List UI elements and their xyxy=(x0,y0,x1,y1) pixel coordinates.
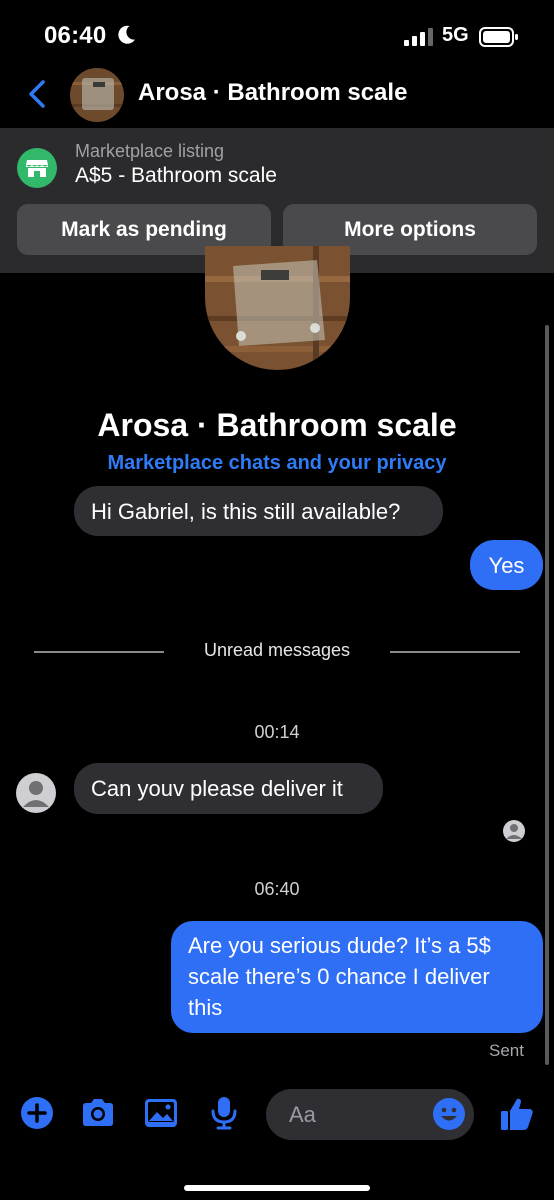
microphone-button[interactable] xyxy=(206,1095,242,1131)
chat-header: Arosa · Bathroom scale xyxy=(0,64,554,128)
like-button[interactable] xyxy=(497,1094,537,1134)
status-bar: 06:40 5G xyxy=(0,0,554,64)
message-composer xyxy=(0,1080,554,1150)
divider-line xyxy=(390,651,520,653)
header-title[interactable]: Arosa · Bathroom scale xyxy=(138,79,407,107)
emoji-icon xyxy=(433,1098,465,1130)
timestamp: 00:14 xyxy=(254,722,300,742)
microphone-icon xyxy=(211,1097,237,1130)
gallery-button[interactable] xyxy=(143,1095,179,1131)
storefront-icon xyxy=(17,148,57,188)
listing-avatar[interactable] xyxy=(70,68,124,122)
camera-icon xyxy=(83,1099,113,1126)
message-bubble-outgoing[interactable]: Yes xyxy=(470,540,543,590)
image-icon xyxy=(145,1099,177,1127)
profile-photo xyxy=(205,246,350,370)
battery-icon xyxy=(479,27,518,47)
privacy-link[interactable]: Marketplace chats and your privacy xyxy=(0,452,554,475)
message-bubble-incoming[interactable]: Can youv please deliver it xyxy=(74,763,383,814)
back-button[interactable] xyxy=(20,74,54,114)
network-type: 5G xyxy=(442,24,469,46)
signal-icon xyxy=(404,28,433,46)
status-time: 06:40 xyxy=(44,22,107,49)
plus-button[interactable] xyxy=(19,1095,55,1131)
home-indicator[interactable] xyxy=(184,1185,370,1191)
conversation-title: Arosa · Bathroom scale xyxy=(97,407,457,443)
moon-icon xyxy=(118,25,135,44)
scale-photo xyxy=(70,68,124,122)
sent-status: Sent xyxy=(489,1041,524,1060)
message-bubble-incoming[interactable]: Hi Gabriel, is this still available? xyxy=(74,486,443,536)
default-avatar-icon xyxy=(23,781,49,807)
timestamp: 06:40 xyxy=(254,879,300,899)
listing-title[interactable]: A$5 - Bathroom scale xyxy=(75,164,277,188)
listing-subtitle: Marketplace listing xyxy=(75,141,225,161)
thumbs-up-icon xyxy=(501,1098,533,1130)
scrollbar[interactable] xyxy=(545,325,549,1065)
plus-icon xyxy=(21,1097,53,1129)
camera-button[interactable] xyxy=(80,1095,116,1131)
avatar[interactable] xyxy=(16,773,56,813)
read-receipt-avatar xyxy=(503,820,525,842)
chevron-left-icon xyxy=(29,80,45,108)
message-bubble-outgoing[interactable]: Are you serious dude? It’s a 5$ scale th… xyxy=(171,921,543,1033)
emoji-button[interactable] xyxy=(432,1097,466,1131)
unread-divider: Unread messages xyxy=(0,638,554,664)
